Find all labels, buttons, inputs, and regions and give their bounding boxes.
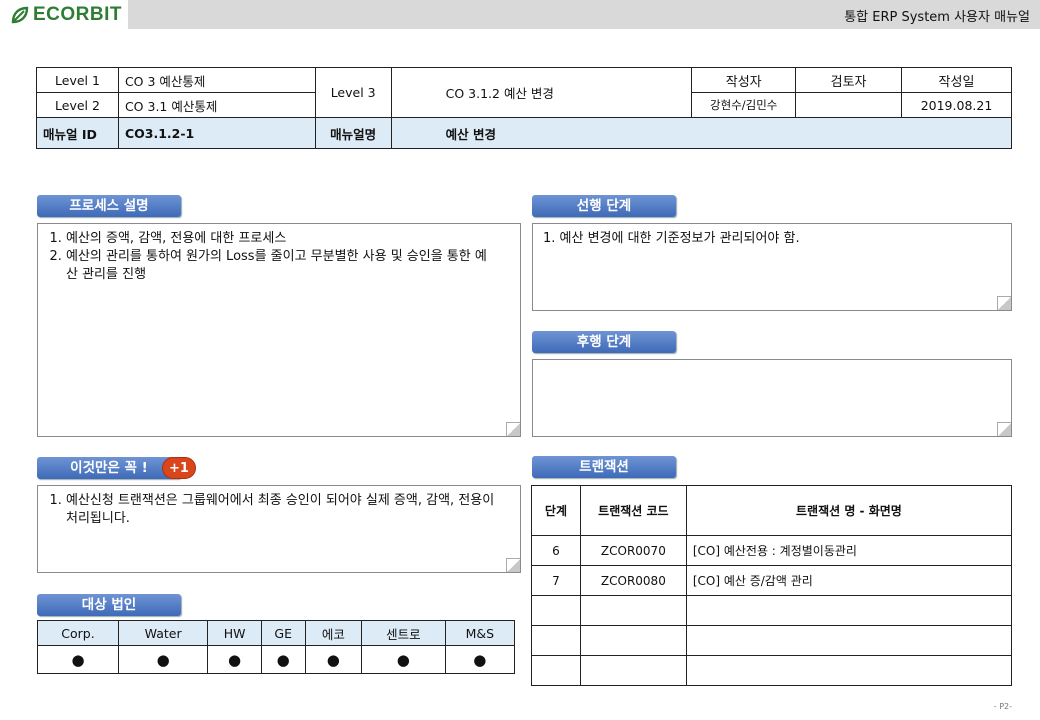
- target-corp-section-header: 대상 법인: [37, 594, 181, 616]
- tx-code: [579, 655, 687, 686]
- date-label: 작성일: [901, 67, 1012, 93]
- document-title: 통합 ERP System 사용자 매뉴얼: [844, 10, 1030, 25]
- tx-step: [531, 595, 581, 626]
- next-step-section-header: 후행 단계: [532, 331, 676, 353]
- manual-id-value: CO3.1.2-1: [117, 117, 316, 149]
- page-fold-corner: [997, 422, 1011, 436]
- header-bar: ECORBIT 통합 ERP System 사용자 매뉴얼: [0, 0, 1040, 29]
- tx-name: [685, 595, 1013, 626]
- table-row: 7 ZCOR0080 [CO] 예산 증/감액 관리: [531, 565, 1013, 596]
- page-fold-corner: [506, 558, 520, 572]
- page-fold-corner: [506, 422, 520, 436]
- reviewer-label: 검토자: [795, 67, 902, 93]
- tx-step: [531, 655, 581, 686]
- manual-desc-label: 매뉴얼명: [314, 117, 392, 149]
- tx-name: [CO] 예산 증/감액 관리: [685, 565, 1013, 596]
- tx-code: ZCOR0080: [579, 565, 687, 596]
- tx-code: [579, 595, 687, 626]
- corp-applicable-mark: ●: [118, 645, 209, 674]
- table-row: [531, 625, 1013, 656]
- corp-applicable-mark: ●: [260, 645, 306, 674]
- corp-applicable-mark: ●: [304, 645, 363, 674]
- corp-applicable-mark: ●: [444, 645, 516, 674]
- writer-value: 강현수/김민수: [691, 92, 797, 118]
- company-logo: ECORBIT: [0, 0, 128, 29]
- tx-header-name: 트랜잭션 명 - 화면명: [685, 485, 1013, 536]
- must-know-box: 예산신청 트랜잭션은 그룹웨어에서 최종 승인이 되어야 실제 증액, 감액, …: [37, 485, 521, 573]
- table-row: [531, 595, 1013, 626]
- level2-label: Level 2: [36, 92, 119, 118]
- must-know-section-header: 이것만은 꼭 !: [37, 457, 181, 479]
- next-step-box: [532, 359, 1012, 437]
- tx-name: [685, 625, 1013, 656]
- ecorbit-leaf-icon: [11, 6, 29, 23]
- corp-applicable-mark: ●: [36, 645, 120, 674]
- prior-step-box: 1. 예산 변경에 대한 기준정보가 관리되어야 함.: [532, 223, 1012, 311]
- level2-value: CO 3.1 예산통제: [117, 92, 316, 118]
- writer-label: 작성자: [691, 67, 797, 93]
- level1-value: CO 3 예산통제: [117, 67, 316, 93]
- page-fold-corner: [997, 296, 1011, 310]
- corp-column-header: GE: [260, 620, 306, 646]
- date-value: 2019.08.21: [901, 92, 1012, 118]
- process-item: 예산의 증액, 감액, 전용에 대한 프로세스: [66, 230, 510, 248]
- corp-column-header: 에코: [304, 620, 363, 646]
- tx-code: [579, 625, 687, 656]
- plus-one-badge: +1: [162, 457, 196, 479]
- corp-column-header: 센트로: [361, 620, 446, 646]
- table-row: 6 ZCOR0070 [CO] 예산전용 : 계정별이동관리: [531, 535, 1013, 566]
- manual-info-table: Level 1 CO 3 예산통제 Level 3 CO 3.1.2 예산 변경…: [36, 67, 1013, 149]
- corp-applicable-mark: ●: [207, 645, 262, 674]
- prior-step-text: 1. 예산 변경에 대한 기준정보가 관리되어야 함.: [543, 231, 800, 246]
- table-row: [531, 655, 1013, 686]
- transaction-section-header: 트랜잭션: [532, 456, 676, 478]
- tx-step: 7: [531, 565, 581, 596]
- level3-value: CO 3.1.2 예산 변경: [390, 67, 693, 118]
- transaction-table: 단계 트랜잭션 코드 트랜잭션 명 - 화면명 6 ZCOR0070 [CO] …: [531, 485, 1013, 686]
- level3-label: Level 3: [314, 67, 392, 118]
- corp-column-header: Water: [118, 620, 209, 646]
- corp-column-header: Corp.: [36, 620, 120, 646]
- must-know-item: 예산신청 트랜잭션은 그룹웨어에서 최종 승인이 되어야 실제 증액, 감액, …: [66, 492, 510, 528]
- tx-header-step: 단계: [531, 485, 581, 536]
- logo-text: ECORBIT: [33, 3, 122, 25]
- process-description-box: 예산의 증액, 감액, 전용에 대한 프로세스 예산의 관리를 통하여 원가의 …: [37, 223, 521, 437]
- tx-code: ZCOR0070: [579, 535, 687, 566]
- target-corp-table: Corp. Water HW GE 에코 센트로 M&S ● ● ● ● ● ●…: [36, 620, 516, 674]
- corp-column-header: HW: [207, 620, 262, 646]
- tx-step: [531, 625, 581, 656]
- tx-name: [CO] 예산전용 : 계정별이동관리: [685, 535, 1013, 566]
- corp-applicable-mark: ●: [361, 645, 446, 674]
- manual-id-label: 매뉴얼 ID: [36, 117, 119, 149]
- process-item: 예산의 관리를 통하여 원가의 Loss를 줄이고 무분별한 사용 및 승인을 …: [66, 248, 510, 284]
- reviewer-value: [795, 92, 902, 118]
- tx-step: 6: [531, 535, 581, 566]
- corp-column-header: M&S: [444, 620, 516, 646]
- manual-desc-value: 예산 변경: [390, 117, 1013, 149]
- tx-name: [685, 655, 1013, 686]
- level1-label: Level 1: [36, 67, 119, 93]
- process-section-header: 프로세스 설명: [37, 195, 181, 217]
- tx-header-code: 트랜잭션 코드: [579, 485, 687, 536]
- page-number: - P2-: [993, 702, 1012, 711]
- prior-step-section-header: 선행 단계: [532, 195, 676, 217]
